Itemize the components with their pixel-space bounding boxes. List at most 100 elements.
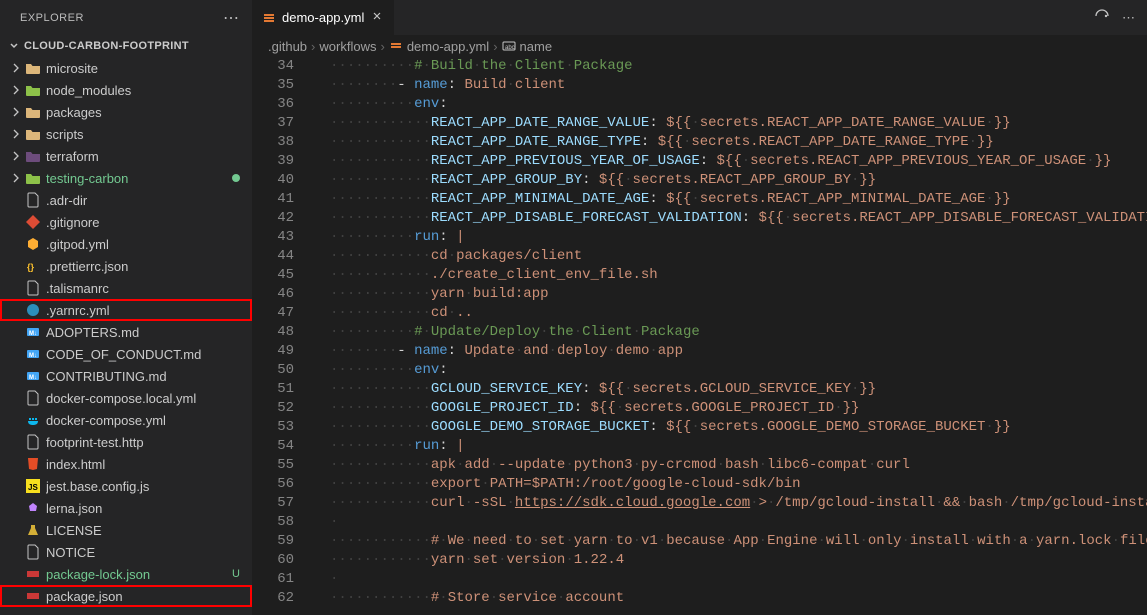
md-icon: M↓: [24, 369, 42, 383]
tree-item-adopters-md[interactable]: M↓ADOPTERS.md: [0, 321, 252, 343]
chevron-right-icon: [8, 84, 24, 96]
tree-item-package-lock-json[interactable]: package-lock.jsonU: [0, 563, 252, 585]
tree-item--gitignore[interactable]: .gitignore: [0, 211, 252, 233]
code-line[interactable]: ··········#·Update/Deploy·the·Client·Pac…: [330, 323, 1147, 342]
code-line[interactable]: ············yarn·set·version·1.22.4: [330, 551, 1147, 570]
tree-item-label: ADOPTERS.md: [46, 325, 244, 340]
svg-text:abc: abc: [505, 45, 515, 51]
code-line[interactable]: ············export·PATH=$PATH:/root/goog…: [330, 475, 1147, 494]
tree-item-index-html[interactable]: index.html: [0, 453, 252, 475]
tree-item--gitpod-yml[interactable]: .gitpod.yml: [0, 233, 252, 255]
code-line[interactable]: ·: [330, 513, 1147, 532]
workspace-header[interactable]: CLOUD-CARBON-FOOTPRINT: [0, 35, 252, 57]
toggle-panel-icon[interactable]: [1094, 8, 1110, 27]
more-actions-icon[interactable]: ⋯: [1122, 10, 1135, 26]
tree-item-packages[interactable]: packages: [0, 101, 252, 123]
lerna-icon: [24, 501, 42, 515]
breadcrumb-item[interactable]: .github: [268, 39, 307, 54]
tree-item-label: footprint-test.http: [46, 435, 244, 450]
folder-icon: [24, 149, 42, 163]
explorer-more-icon[interactable]: ⋯: [223, 8, 240, 28]
svg-text:JS: JS: [28, 483, 38, 492]
npm-icon: [24, 567, 42, 581]
chevron-right-icon: [8, 106, 24, 118]
tree-item--adr-dir[interactable]: .adr-dir: [0, 189, 252, 211]
code-line[interactable]: ··········env:: [330, 361, 1147, 380]
tree-item-label: package.json: [46, 589, 244, 604]
code-line[interactable]: ············GOOGLE_PROJECT_ID: ${{·secre…: [330, 399, 1147, 418]
tab-bar: demo-app.yml ⋯: [252, 0, 1147, 35]
code-line[interactable]: ············apk·add·--update·python3·py-…: [330, 456, 1147, 475]
breadcrumb-separator: ›: [380, 39, 384, 54]
tree-item-label: terraform: [46, 149, 244, 164]
breadcrumb[interactable]: .github›workflows›demo-app.yml›abcname: [252, 35, 1147, 57]
tree-item-label: lerna.json: [46, 501, 244, 516]
code-line[interactable]: ············curl·-sSL·https://sdk.cloud.…: [330, 494, 1147, 513]
folder-icon: [24, 127, 42, 141]
code-line[interactable]: ············./create_client_env_file.sh: [330, 266, 1147, 285]
workspace-name: CLOUD-CARBON-FOOTPRINT: [24, 40, 189, 52]
tree-item-contributing-md[interactable]: M↓ CONTRIBUTING.md: [0, 365, 252, 387]
code-line[interactable]: ········- name: Build·client: [330, 76, 1147, 95]
code-content[interactable]: ··········#·Build·the·Client·Package····…: [330, 57, 1147, 615]
tree-item-lerna-json[interactable]: lerna.json: [0, 497, 252, 519]
tree-item-notice[interactable]: NOTICE: [0, 541, 252, 563]
tree-item-label: index.html: [46, 457, 244, 472]
code-line[interactable]: ············GCLOUD_SERVICE_KEY: ${{·secr…: [330, 380, 1147, 399]
tree-item-label: node_modules: [46, 83, 244, 98]
breadcrumb-item[interactable]: demo-app.yml: [389, 39, 489, 54]
tree-item-label: .gitignore: [46, 215, 244, 230]
git-status: U: [232, 568, 244, 580]
code-line[interactable]: ············cd·..: [330, 304, 1147, 323]
tree-item-code-of-conduct-md[interactable]: M↓CODE_OF_CONDUCT.md: [0, 343, 252, 365]
code-line[interactable]: ············REACT_APP_PREVIOUS_YEAR_OF_U…: [330, 152, 1147, 171]
code-line[interactable]: ·: [330, 570, 1147, 589]
code-line[interactable]: ············REACT_APP_DISABLE_FORECAST_V…: [330, 209, 1147, 228]
code-line[interactable]: ············GOOGLE_DEMO_STORAGE_BUCKET: …: [330, 418, 1147, 437]
code-line[interactable]: ············REACT_APP_DATE_RANGE_TYPE: $…: [330, 133, 1147, 152]
code-line[interactable]: ············cd·packages/client: [330, 247, 1147, 266]
tree-item-jest-base-config-js[interactable]: JSjest.base.config.js: [0, 475, 252, 497]
tree-item-label: NOTICE: [46, 545, 244, 560]
tree-item-label: CONTRIBUTING.md: [46, 369, 244, 384]
folder-icon: [24, 61, 42, 75]
tree-item-microsite[interactable]: microsite: [0, 57, 252, 79]
file-tree: microsite node_modules packagesscripts terr…: [0, 57, 252, 615]
tab-demo-app[interactable]: demo-app.yml: [252, 0, 395, 35]
tree-item-package-json[interactable]: package.json: [0, 585, 252, 607]
code-line[interactable]: ··········run: |: [330, 228, 1147, 247]
tree-item-label: package-lock.json: [46, 567, 232, 582]
docker-icon: [24, 413, 42, 427]
code-line[interactable]: ··········env:: [330, 95, 1147, 114]
yarn-icon: [24, 303, 42, 317]
breadcrumb-item[interactable]: workflows: [319, 39, 376, 54]
tree-item-docker-compose-local-yml[interactable]: docker-compose.local.yml: [0, 387, 252, 409]
tree-item-label: docker-compose.yml: [46, 413, 244, 428]
tree-item--talismanrc[interactable]: .talismanrc: [0, 277, 252, 299]
tree-item-scripts[interactable]: scripts: [0, 123, 252, 145]
tree-item-testing-carbon[interactable]: testing-carbon: [0, 167, 252, 189]
code-line[interactable]: ············#·Store·service·account: [330, 589, 1147, 608]
tree-item-node-modules[interactable]: node_modules: [0, 79, 252, 101]
code-line[interactable]: ············#·We·need·to·set·yarn·to·v1·…: [330, 532, 1147, 551]
code-line[interactable]: ············REACT_APP_DATE_RANGE_VALUE: …: [330, 114, 1147, 133]
code-line[interactable]: ··········#·Build·the·Client·Package: [330, 57, 1147, 76]
code-editor[interactable]: 3435363738394041424344454647484950515253…: [252, 57, 1147, 615]
tree-item-terraform[interactable]: terraform: [0, 145, 252, 167]
tree-item--prettierrc-json[interactable]: {}.prettierrc.json: [0, 255, 252, 277]
code-line[interactable]: ········- name: Update·and·deploy·demo·a…: [330, 342, 1147, 361]
code-line[interactable]: ············yarn·build:app: [330, 285, 1147, 304]
code-line[interactable]: ············REACT_APP_MINIMAL_DATE_AGE: …: [330, 190, 1147, 209]
code-line[interactable]: ··········run: |: [330, 437, 1147, 456]
tree-item-label: .gitpod.yml: [46, 237, 244, 252]
tree-item--yarnrc-yml[interactable]: .yarnrc.yml: [0, 299, 252, 321]
code-line[interactable]: ············REACT_APP_GROUP_BY: ${{·secr…: [330, 171, 1147, 190]
chevron-right-icon: [8, 62, 24, 74]
tree-item-docker-compose-yml[interactable]: docker-compose.yml: [0, 409, 252, 431]
tree-item-license[interactable]: LICENSE: [0, 519, 252, 541]
breadcrumb-item[interactable]: abcname: [502, 39, 553, 54]
tree-item-label: CODE_OF_CONDUCT.md: [46, 347, 244, 362]
license-icon: [24, 523, 42, 537]
close-icon[interactable]: [370, 9, 384, 26]
tree-item-footprint-test-http[interactable]: footprint-test.http: [0, 431, 252, 453]
